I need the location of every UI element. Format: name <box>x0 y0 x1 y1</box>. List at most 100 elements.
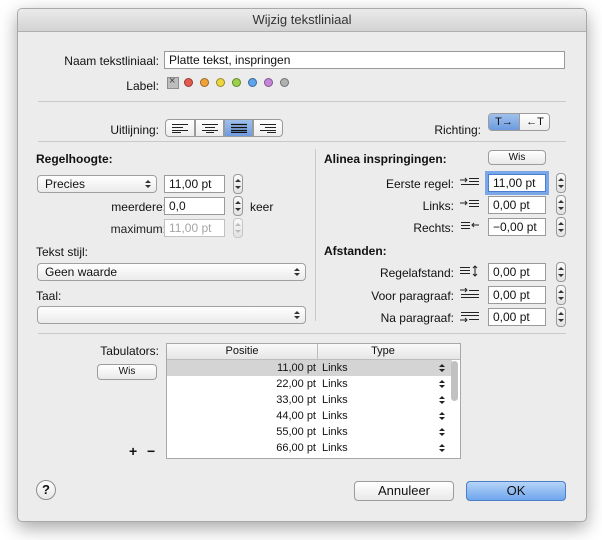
tab-position-cell[interactable]: 33,00 pt <box>276 392 316 408</box>
popup-arrows-icon <box>439 364 445 372</box>
table-row[interactable]: 55,00 pt Links <box>167 424 452 440</box>
right-indent-icon <box>461 222 479 229</box>
before-paragraph-field[interactable]: 0,00 pt <box>488 286 546 304</box>
align-left-icon <box>172 124 188 133</box>
tab-position-cell[interactable]: 55,00 pt <box>276 424 316 440</box>
tab-type-cell[interactable]: Links <box>322 408 348 424</box>
tabs-clear-button[interactable]: Wis <box>97 364 157 380</box>
line-height-mode-popup[interactable]: Precies <box>37 175 157 193</box>
first-line-field[interactable]: 11,00 pt <box>488 174 546 192</box>
max-stepper[interactable] <box>233 218 243 238</box>
remove-tab-button[interactable]: − <box>147 443 155 459</box>
direction-control: T→ ←T <box>488 113 550 131</box>
right-indent-field[interactable]: −0,00 pt <box>488 218 546 236</box>
label-color-swatch[interactable] <box>280 78 289 87</box>
direction-label: Richting: <box>434 123 481 137</box>
tab-type-cell[interactable]: Links <box>322 440 348 456</box>
tab-type-cell[interactable]: Links <box>322 392 348 408</box>
label-label: Label: <box>126 79 159 93</box>
label-color-swatch[interactable] <box>216 78 225 87</box>
separator <box>38 101 566 102</box>
label-color-swatch[interactable] <box>264 78 273 87</box>
left-indent-stepper[interactable] <box>556 195 566 215</box>
before-paragraph-label: Voor paragraaf: <box>371 289 454 303</box>
line-height-stepper[interactable] <box>233 174 243 194</box>
after-paragraph-stepper[interactable] <box>556 307 566 327</box>
indent-title: Alinea inspringingen: <box>324 152 447 166</box>
rtl-button[interactable]: ←T <box>520 114 549 130</box>
scrollbar-thumb[interactable] <box>451 361 458 401</box>
align-center-icon <box>201 124 218 133</box>
first-line-indent-icon <box>460 177 479 185</box>
multiple-field[interactable]: 0,0 <box>164 197 225 215</box>
table-row[interactable]: 33,00 pt Links <box>167 392 452 408</box>
left-indent-field[interactable]: 0,00 pt <box>488 196 546 214</box>
language-popup[interactable] <box>37 306 306 324</box>
label-color-swatch[interactable] <box>248 78 257 87</box>
table-row[interactable]: 22,00 pt Links <box>167 376 452 392</box>
right-indent-stepper[interactable] <box>556 217 566 237</box>
align-right-icon <box>260 124 276 133</box>
align-center-button[interactable] <box>195 119 224 137</box>
space-before-icon <box>460 288 479 298</box>
after-paragraph-label: Na paragraaf: <box>380 311 454 325</box>
label-color-swatch[interactable] <box>184 78 193 87</box>
tab-position-cell[interactable]: 22,00 pt <box>276 376 316 392</box>
popup-arrows-icon <box>439 444 445 452</box>
dialog-window: Wijzig tekstliniaal Naam tekstliniaal: P… <box>17 8 587 522</box>
tab-position-cell[interactable]: 44,00 pt <box>276 408 316 424</box>
table-header: Positie Type <box>167 344 460 360</box>
indent-clear-button[interactable]: Wis <box>488 150 546 165</box>
vertical-separator <box>315 149 316 321</box>
align-right-button[interactable] <box>253 119 283 137</box>
line-spacing-label: Regelafstand: <box>379 266 454 280</box>
line-spacing-stepper[interactable] <box>556 262 566 282</box>
add-tab-button[interactable]: + <box>129 443 137 459</box>
popup-arrows-icon <box>439 380 445 388</box>
align-left-button[interactable] <box>165 119 195 137</box>
multiple-stepper[interactable] <box>233 196 243 216</box>
multiple-unit: keer <box>250 200 274 214</box>
name-field[interactable]: Platte tekst, inspringen <box>164 51 565 69</box>
no-label-button[interactable]: × <box>167 75 179 89</box>
max-label: maximum: <box>110 222 166 236</box>
max-field[interactable]: 11,00 pt <box>164 219 225 237</box>
table-row[interactable]: 11,00 pt Links <box>167 360 452 376</box>
line-height-mode-value: Precies <box>45 177 86 191</box>
tabs-label: Tabulators: <box>100 344 159 358</box>
multiple-label: meerdere: <box>111 200 166 214</box>
right-indent-label: Rechts: <box>413 221 454 235</box>
text-style-label: Tekst stijl: <box>36 245 89 259</box>
label-color-swatch[interactable] <box>200 78 209 87</box>
tab-position-cell[interactable]: 11,00 pt <box>277 360 316 376</box>
type-column-header[interactable]: Type <box>318 344 448 359</box>
name-label: Naam tekstliniaal: <box>64 54 159 68</box>
table-row[interactable]: 66,00 pt Links <box>167 440 452 456</box>
line-height-title: Regelhoogte: <box>36 152 113 166</box>
after-paragraph-field[interactable]: 0,00 pt <box>488 308 546 326</box>
ltr-button[interactable]: T→ <box>489 114 519 130</box>
help-button[interactable]: ? <box>36 480 56 500</box>
language-label: Taal: <box>36 289 62 303</box>
left-indent-label: Links: <box>422 199 454 213</box>
table-row[interactable]: 44,00 pt Links <box>167 408 452 424</box>
tab-type-cell[interactable]: Links <box>322 376 348 392</box>
ok-button[interactable]: OK <box>466 481 566 501</box>
align-justify-button[interactable] <box>224 119 253 137</box>
line-spacing-field[interactable]: 0,00 pt <box>488 263 546 281</box>
text-style-popup[interactable]: Geen waarde <box>37 263 306 281</box>
label-color-swatch[interactable] <box>232 78 241 87</box>
tab-type-cell[interactable]: Links <box>322 424 348 440</box>
tab-position-cell[interactable]: 66,00 pt <box>276 440 316 456</box>
tab-type-cell[interactable]: Links <box>322 360 348 376</box>
separator <box>38 141 566 142</box>
popup-arrows-icon <box>439 412 445 420</box>
popup-arrows-icon <box>294 268 300 276</box>
cancel-button[interactable]: Annuleer <box>354 481 454 501</box>
line-spacing-icon <box>460 265 478 277</box>
position-column-header[interactable]: Positie <box>167 344 317 359</box>
popup-arrows-icon <box>439 396 445 404</box>
before-paragraph-stepper[interactable] <box>556 285 566 305</box>
first-line-stepper[interactable] <box>556 173 566 193</box>
line-height-field[interactable]: 11,00 pt <box>164 175 225 193</box>
